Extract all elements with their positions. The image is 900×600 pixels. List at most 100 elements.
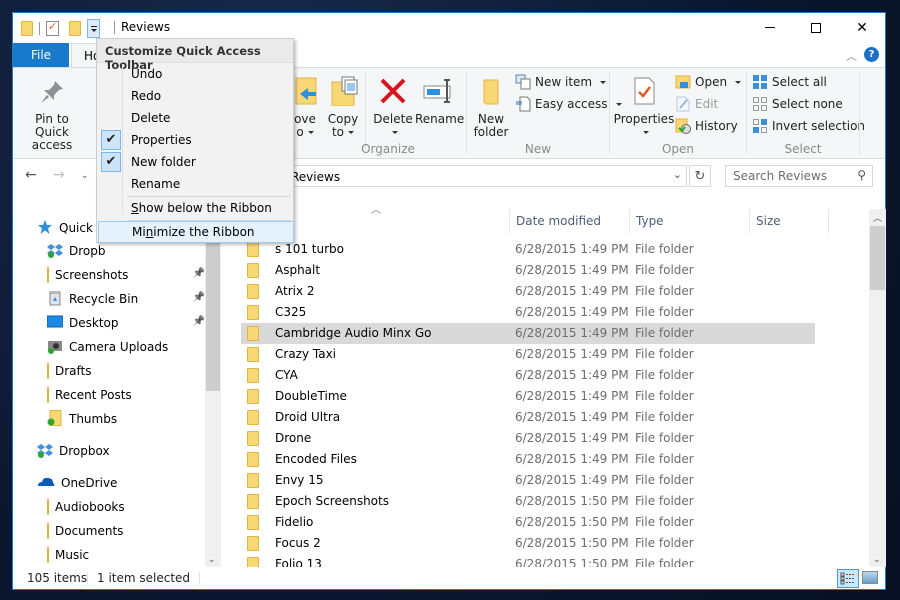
pin-to-quick-access-button[interactable]: Pin to Quick access xyxy=(17,78,87,152)
close-button[interactable]: ✕ xyxy=(839,13,885,42)
address-dropdown-icon[interactable]: ⌄ xyxy=(673,168,682,181)
status-separator xyxy=(199,572,200,585)
file-row[interactable]: Asphalt 6/28/2015 1:49 PM File folder xyxy=(241,260,815,281)
sidebar-item-camera-uploads[interactable]: Camera Uploads xyxy=(13,336,207,358)
folder-icon xyxy=(47,547,49,563)
sidebar-item-music[interactable]: Music xyxy=(13,544,207,566)
file-row[interactable]: Fidelio 6/28/2015 1:50 PM File folder xyxy=(241,512,815,533)
search-icon[interactable]: ⚲ xyxy=(857,168,866,182)
column-header-date-modified[interactable]: Date modified xyxy=(509,209,629,233)
folder-icon xyxy=(247,452,259,470)
file-row[interactable]: Encoded Files 6/28/2015 1:49 PM File folde… xyxy=(241,449,815,470)
sidebar-item-dropbox[interactable]: Dropbox xyxy=(13,440,207,462)
sidebar-item-recycle-bin[interactable]: Recycle Bin 📌 xyxy=(13,288,207,310)
sidebar-item-dropb[interactable]: Dropb xyxy=(13,240,207,262)
sidebar-item-thumbs[interactable]: Thumbs xyxy=(13,408,207,430)
tab-file[interactable]: File xyxy=(13,43,69,67)
file-type: File folder xyxy=(635,263,694,277)
file-row[interactable]: Atrix 2 6/28/2015 1:49 PM File folder xyxy=(241,281,815,302)
column-header-type[interactable]: Type xyxy=(629,209,749,233)
file-name: Focus 2 xyxy=(275,536,321,550)
menu-item-label: New folder xyxy=(131,155,196,169)
properties-button[interactable]: Properties xyxy=(613,76,675,139)
menu-item-redo[interactable]: Redo xyxy=(97,85,293,107)
menu-item-undo[interactable]: Undo xyxy=(97,63,293,85)
menu-item-label: Properties xyxy=(131,133,192,147)
select-group-label: Select xyxy=(784,142,822,156)
file-row[interactable]: s 101 turbo 6/28/2015 1:49 PM File folder xyxy=(241,239,815,260)
open-button[interactable]: Open xyxy=(675,74,742,90)
menu-item-label: Undo xyxy=(131,67,163,81)
file-list-scrollbar[interactable]: ︿ ⌄ xyxy=(869,209,886,567)
file-row[interactable]: Cambridge Audio Minx Go 6/28/2015 1:49 PM… xyxy=(241,323,815,344)
maximize-button[interactable] xyxy=(793,13,839,42)
details-view-icon xyxy=(840,572,855,585)
back-arrow-icon[interactable]: ← xyxy=(25,167,37,183)
scroll-down-icon[interactable]: ⌄ xyxy=(208,555,216,565)
history-button[interactable]: History xyxy=(675,118,738,134)
help-icon[interactable]: ? xyxy=(864,47,879,62)
sidebar-item-label: Recycle Bin xyxy=(69,292,139,306)
large-icons-view-button[interactable] xyxy=(862,571,878,584)
file-row[interactable]: Focus 2 6/28/2015 1:50 PM File folder xyxy=(241,533,815,554)
delete-button[interactable]: Delete xyxy=(371,76,415,139)
sidebar-item-documents[interactable]: Documents xyxy=(13,520,207,542)
details-view-button[interactable] xyxy=(837,569,859,588)
collapse-ribbon-icon[interactable]: ︿ xyxy=(846,48,857,64)
scroll-down-icon[interactable]: ⌄ xyxy=(873,555,881,565)
forward-arrow-icon[interactable]: → xyxy=(53,167,65,183)
sidebar-item-label: Desktop xyxy=(69,316,119,330)
file-row[interactable]: C325 6/28/2015 1:49 PM File folder xyxy=(241,302,815,323)
file-name: Droid Ultra xyxy=(275,410,341,424)
scroll-up-icon[interactable]: ︿ xyxy=(873,211,882,224)
menu-item-rename[interactable]: Rename xyxy=(97,173,293,195)
file-row[interactable]: Crazy Taxi 6/28/2015 1:49 PM File folder xyxy=(241,344,815,365)
new-folder-icon xyxy=(483,79,499,105)
file-row[interactable]: CYA 6/28/2015 1:49 PM File folder xyxy=(241,365,815,386)
refresh-button[interactable]: ↻ xyxy=(689,165,711,187)
recent-locations-chevron-icon[interactable]: ⌄ xyxy=(81,171,89,181)
invert-selection-button[interactable]: Invert selection xyxy=(752,118,865,134)
new-folder-button[interactable]: New folder xyxy=(471,76,511,139)
properties-icon[interactable] xyxy=(46,20,59,36)
customize-qat-dropdown-button[interactable] xyxy=(87,18,100,38)
menu-item-properties[interactable]: ✔ Properties xyxy=(97,129,293,151)
menu-item-delete[interactable]: Delete xyxy=(97,107,293,129)
select-none-button[interactable]: Select none xyxy=(752,96,843,112)
folder-icon xyxy=(47,523,49,539)
menu-item-new-folder[interactable]: ✔ New folder xyxy=(97,151,293,173)
select-all-button[interactable]: Select all xyxy=(752,74,827,90)
menu-item-minimize-ribbon[interactable]: Minimize the Ribbon xyxy=(98,221,294,243)
file-row[interactable]: Droid Ultra 6/28/2015 1:49 PM File folder xyxy=(241,407,815,428)
sidebar-item-label: Thumbs xyxy=(69,412,118,426)
file-row[interactable]: Folio 13 6/28/2015 1:50 PM File folder xyxy=(241,554,815,567)
minimize-button[interactable] xyxy=(747,13,793,42)
sidebar-item-onedrive[interactable]: OneDrive xyxy=(13,472,207,494)
rename-button[interactable]: Rename xyxy=(415,76,464,126)
sidebar-item-label: Audiobooks xyxy=(55,500,125,514)
pin-label-line1: Pin to Quick xyxy=(35,112,69,139)
new-folder-icon[interactable] xyxy=(69,20,81,36)
menu-item-show-below-ribbon[interactable]: Show below the Ribbon xyxy=(97,197,293,219)
navigation-pane-scrollbar[interactable]: ⌄ xyxy=(205,193,221,567)
file-row[interactable]: Epoch Screenshots 6/28/2015 1:50 PM File f… xyxy=(241,491,815,512)
search-box[interactable]: Search Reviews ⚲ xyxy=(725,165,873,187)
file-date: 6/28/2015 1:49 PM xyxy=(515,305,629,319)
selection-count: 1 item selected xyxy=(97,571,191,585)
folder-icon xyxy=(247,557,259,567)
sidebar-item-desktop[interactable]: Desktop 📌 xyxy=(13,312,207,334)
edit-button[interactable]: Edit xyxy=(675,96,718,112)
sidebar-item-screenshots[interactable]: Screenshots 📌 xyxy=(13,264,207,286)
easy-access-button[interactable]: Easy access xyxy=(515,96,622,112)
file-row[interactable]: DoubleTime 6/28/2015 1:49 PM File folder xyxy=(241,386,815,407)
address-current-folder[interactable]: Reviews xyxy=(291,170,340,184)
new-item-button[interactable]: New item xyxy=(515,74,607,90)
file-row[interactable]: Drone 6/28/2015 1:49 PM File folder xyxy=(241,428,815,449)
column-header-size[interactable]: Size xyxy=(749,209,829,233)
scrollbar-thumb[interactable] xyxy=(870,226,885,290)
sidebar-item-recent-posts[interactable]: Recent Posts xyxy=(13,384,207,406)
sidebar-item-drafts[interactable]: Drafts xyxy=(13,360,207,382)
sidebar-item-audiobooks[interactable]: Audiobooks xyxy=(13,496,207,518)
file-row[interactable]: Envy 15 6/28/2015 1:49 PM File folder xyxy=(241,470,815,491)
copy-to-button[interactable]: Copy to xyxy=(325,76,361,139)
